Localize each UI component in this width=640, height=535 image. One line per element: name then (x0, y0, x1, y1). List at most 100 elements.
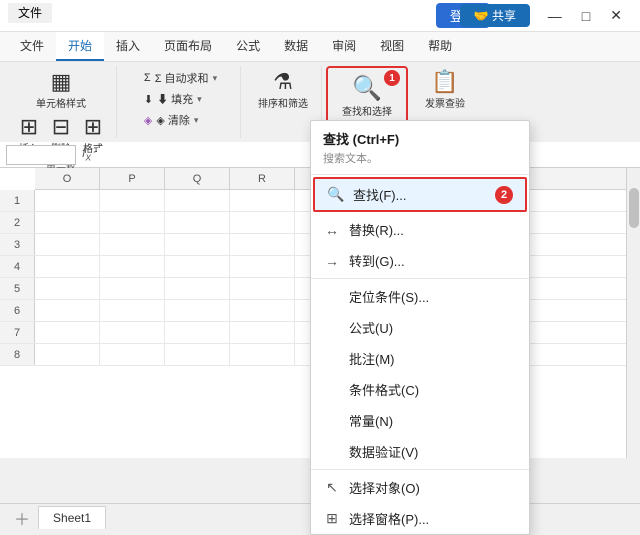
dropdown-item-cond-format[interactable]: 条件格式(C) (311, 374, 529, 405)
tab-file[interactable]: 文件 (8, 32, 56, 61)
invoice-icon: 📋 (431, 71, 458, 93)
maximize-button[interactable]: □ (572, 4, 600, 28)
cell-Q3[interactable] (165, 234, 230, 255)
cell-Q1[interactable] (165, 190, 230, 211)
dropdown-item-constant[interactable]: 常量(N) (311, 405, 529, 436)
dropdown-item-data-validate[interactable]: 数据验证(V) (311, 436, 529, 467)
cell-R2[interactable] (230, 212, 295, 233)
cell-P2[interactable] (100, 212, 165, 233)
tab-view[interactable]: 视图 (368, 32, 416, 61)
sheet-tab-1[interactable]: Sheet1 (38, 506, 106, 529)
dropdown-item-select-object[interactable]: ↖ 选择对象(O) (311, 472, 529, 503)
cell-Q6[interactable] (165, 300, 230, 321)
cell-Q2[interactable] (165, 212, 230, 233)
row-num-6: 6 (0, 300, 35, 321)
dropdown-item-comment[interactable]: 批注(M) (311, 343, 529, 374)
cell-O2[interactable] (35, 212, 100, 233)
cell-O8[interactable] (35, 344, 100, 365)
col-Q: Q (165, 168, 230, 189)
cell-P4[interactable] (100, 256, 165, 277)
cell-P7[interactable] (100, 322, 165, 343)
cell-Q8[interactable] (165, 344, 230, 365)
dropdown-item-select-pane[interactable]: ⊞ 选择窗格(P)... (311, 503, 529, 534)
find-icon: 🔍 (327, 186, 345, 203)
dropdown-item-formula[interactable]: 公式(U) (311, 312, 529, 343)
fill-arrow: ▾ (197, 94, 202, 105)
select-object-icon: ↖ (323, 479, 341, 496)
dropdown-header-sub: 搜索文本。 (323, 150, 517, 166)
share-button[interactable]: 🤝 共享 (460, 4, 530, 27)
close-button[interactable]: ✕ (600, 3, 632, 28)
row-num-1: 1 (0, 190, 35, 211)
row-num-2: 2 (0, 212, 35, 233)
cell-P6[interactable] (100, 300, 165, 321)
cell-R3[interactable] (230, 234, 295, 255)
col-O: O (35, 168, 100, 189)
dropdown-header-title: 查找 (Ctrl+F) (323, 129, 517, 148)
cell-P5[interactable] (100, 278, 165, 299)
row-num-8: 8 (0, 344, 35, 365)
autosum-arrow: ▾ (213, 73, 218, 84)
vertical-scrollbar[interactable] (626, 168, 640, 458)
minimize-button[interactable]: — (538, 4, 572, 28)
dropdown-item-goto-special[interactable]: 定位条件(S)... (311, 281, 529, 312)
tab-insert[interactable]: 插入 (104, 32, 152, 61)
replace-icon: ↔ (323, 222, 341, 238)
editing-col-btns: Σ Σ 自动求和 ▾ ⬇ ⬇ 填充 ▾ ◈ ◈ 清除 ▾ (139, 68, 222, 130)
tab-page-layout[interactable]: 页面布局 (152, 32, 224, 61)
fill-button[interactable]: ⬇ ⬇ 填充 ▾ (139, 89, 222, 109)
cell-P8[interactable] (100, 344, 165, 365)
cell-O7[interactable] (35, 322, 100, 343)
dropdown-item-replace[interactable]: ↔ 替换(R)... (311, 214, 529, 245)
fill-icon: ⬇ (144, 93, 153, 106)
cell-Q5[interactable] (165, 278, 230, 299)
clear-icon: ◈ (144, 114, 152, 127)
cell-style-row: ▦ 单元格样式 (31, 68, 91, 113)
cells-group: ▦ 单元格样式 ⊞ 插入 ⊟ 删除 ⊞ 格式 单元格 (6, 66, 117, 138)
cell-O5[interactable] (35, 278, 100, 299)
autosum-icon: Σ (144, 72, 151, 84)
cell-style-button[interactable]: ▦ 单元格样式 (31, 68, 91, 113)
dropdown-header: 查找 (Ctrl+F) 搜索文本。 (311, 121, 529, 175)
cell-R8[interactable] (230, 344, 295, 365)
find-badge: 2 (495, 186, 513, 204)
cell-O3[interactable] (35, 234, 100, 255)
insert-icon: ⊞ (20, 116, 38, 138)
tab-home[interactable]: 开始 (56, 32, 104, 61)
scrollbar-thumb[interactable] (629, 188, 639, 228)
clear-arrow: ▾ (194, 115, 199, 126)
tab-review[interactable]: 审阅 (320, 32, 368, 61)
clear-button[interactable]: ◈ ◈ 清除 ▾ (139, 110, 222, 130)
add-sheet-button[interactable]: ＋ (6, 502, 38, 534)
file-tab[interactable]: 文件 (8, 3, 52, 23)
tab-data[interactable]: 数据 (272, 32, 320, 61)
tab-formula[interactable]: 公式 (224, 32, 272, 61)
cell-R7[interactable] (230, 322, 295, 343)
cell-R4[interactable] (230, 256, 295, 277)
dropdown-item-goto[interactable]: → 转到(G)... (311, 245, 529, 276)
cell-O6[interactable] (35, 300, 100, 321)
dropdown-item-find[interactable]: 🔍 查找(F)... 2 (313, 177, 527, 212)
row-num-4: 4 (0, 256, 35, 277)
row-num-5: 5 (0, 278, 35, 299)
cell-Q7[interactable] (165, 322, 230, 343)
tab-help[interactable]: 帮助 (416, 32, 464, 61)
cell-R6[interactable] (230, 300, 295, 321)
invoice-button[interactable]: 📋 发票查验 (420, 68, 470, 113)
cell-O1[interactable] (35, 190, 100, 211)
cell-P3[interactable] (100, 234, 165, 255)
cell-P1[interactable] (100, 190, 165, 211)
cell-O4[interactable] (35, 256, 100, 277)
editing-group: Σ Σ 自动求和 ▾ ⬇ ⬇ 填充 ▾ ◈ ◈ 清除 ▾ (121, 66, 241, 138)
ribbon-tabs: 文件 开始 插入 页面布局 公式 数据 审阅 视图 帮助 (0, 32, 640, 62)
sort-filter-icon: ⚗ (273, 71, 293, 93)
name-box[interactable] (6, 145, 76, 165)
sort-filter-button[interactable]: ⚗ 排序和筛选 (253, 68, 313, 113)
autosum-button[interactable]: Σ Σ 自动求和 ▾ (139, 68, 222, 88)
find-select-icon: 🔍 (352, 74, 382, 103)
cell-Q4[interactable] (165, 256, 230, 277)
file-tab-area: 文件 (8, 4, 52, 21)
cell-style-icon: ▦ (51, 71, 72, 93)
cell-R5[interactable] (230, 278, 295, 299)
cell-R1[interactable] (230, 190, 295, 211)
